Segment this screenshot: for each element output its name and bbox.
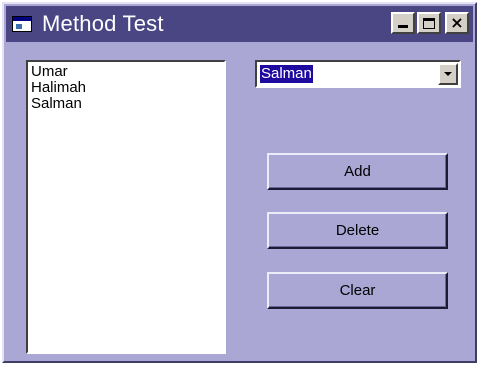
- minimize-icon: [398, 25, 408, 28]
- list-item[interactable]: Halimah: [31, 80, 221, 96]
- minimize-button[interactable]: [391, 12, 415, 34]
- names-listbox[interactable]: Umar Halimah Salman: [26, 60, 226, 354]
- combobox-selected-text[interactable]: Salman: [260, 65, 313, 83]
- add-button[interactable]: Add: [267, 153, 448, 190]
- list-item[interactable]: Umar: [31, 64, 221, 80]
- window-title: Method Test: [42, 11, 164, 36]
- name-combobox[interactable]: Salman: [255, 60, 461, 88]
- app-window-icon[interactable]: [12, 14, 34, 34]
- app-window: Method Test × Umar Halimah Salman Salman…: [2, 2, 477, 363]
- delete-button[interactable]: Delete: [267, 212, 448, 249]
- title-bar[interactable]: Method Test ×: [6, 6, 473, 42]
- maximize-button[interactable]: [417, 12, 441, 34]
- close-button[interactable]: ×: [445, 12, 469, 34]
- list-item[interactable]: Salman: [31, 96, 221, 112]
- maximize-icon: [423, 17, 435, 29]
- close-icon: ×: [450, 13, 464, 32]
- clear-button[interactable]: Clear: [267, 272, 448, 309]
- combobox-dropdown-button[interactable]: [438, 63, 458, 85]
- caption-buttons: ×: [391, 12, 469, 34]
